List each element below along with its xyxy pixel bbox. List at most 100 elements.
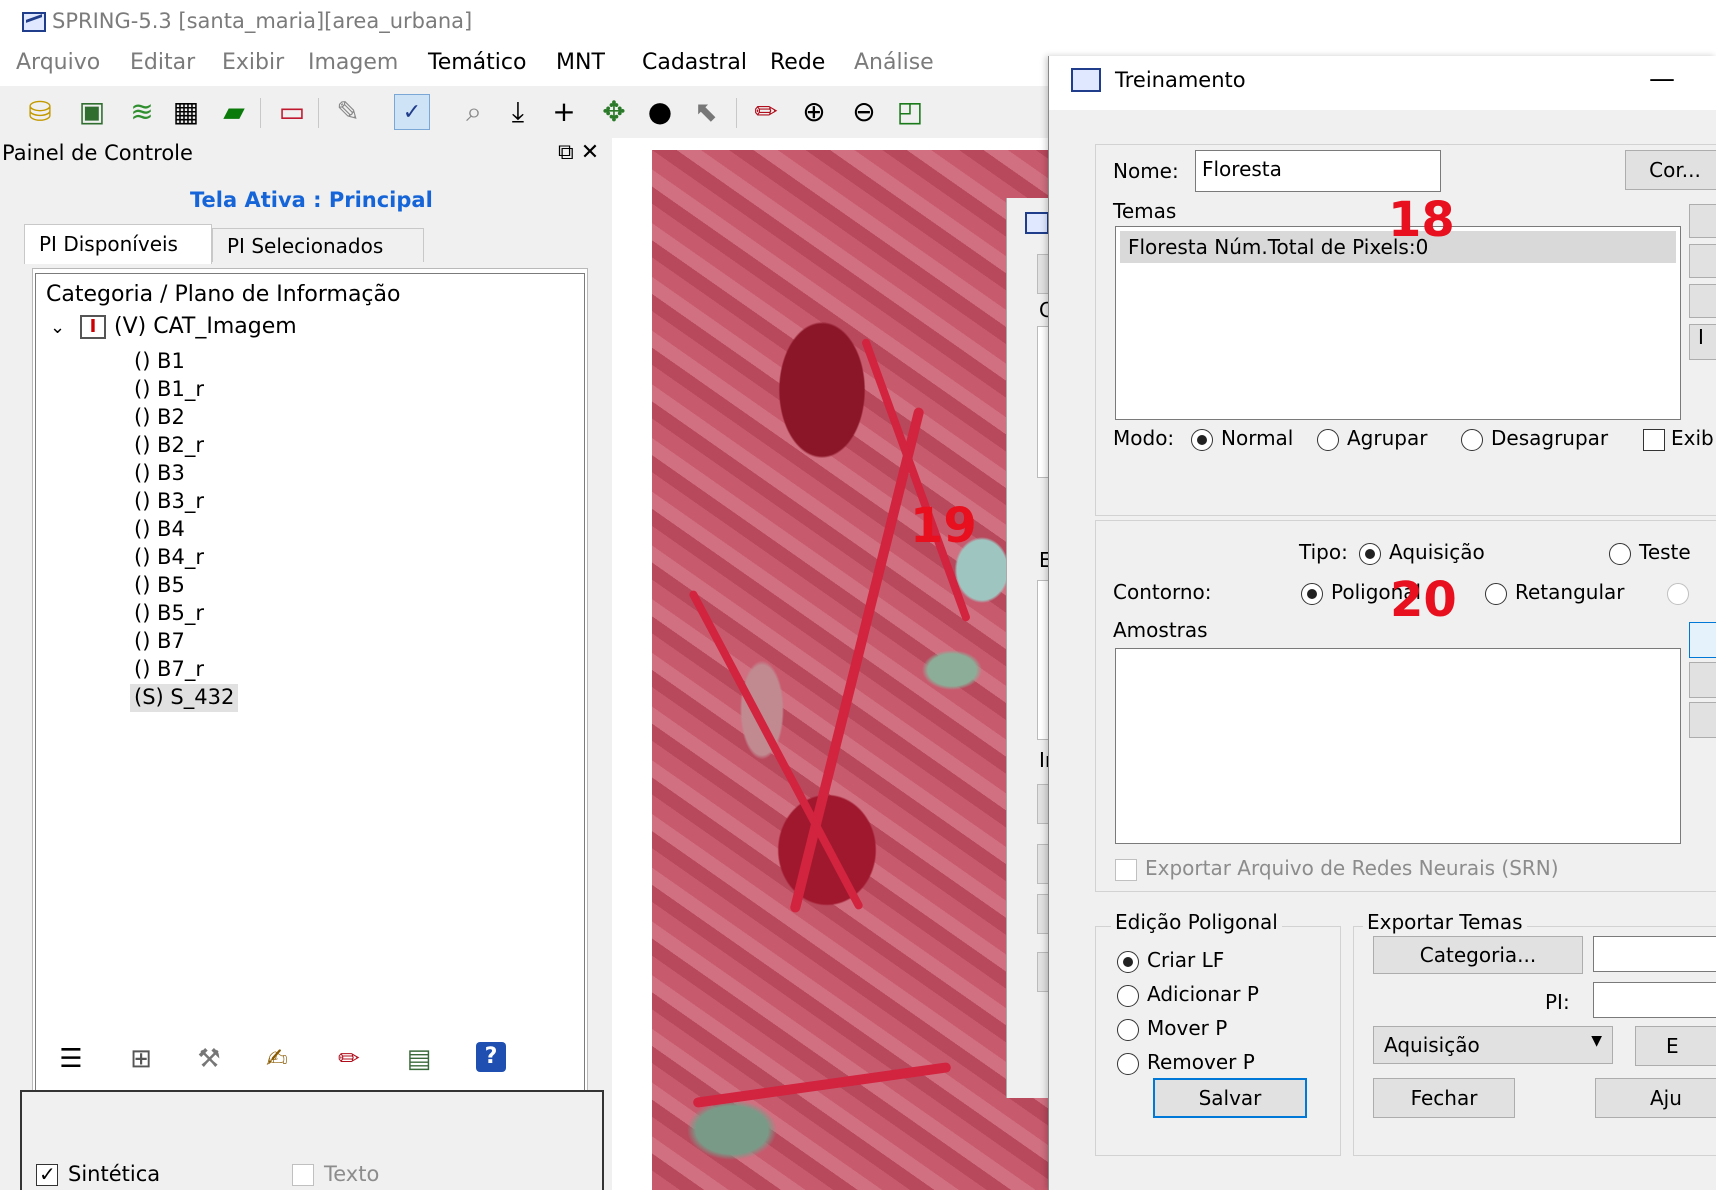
menu-editar[interactable]: Editar xyxy=(130,50,195,75)
zoom-out-icon[interactable]: ⊖ xyxy=(846,94,882,130)
table-icon[interactable]: ⊞ xyxy=(124,1042,158,1076)
grid-icon[interactable]: ▦ xyxy=(168,94,204,130)
image-layer-icon[interactable]: ▣ xyxy=(74,94,110,130)
tree-item-s-432[interactable]: (S) S_432 xyxy=(130,684,239,712)
parallelogram-icon[interactable]: ▰ xyxy=(216,94,252,130)
edit-icon[interactable]: ✍ xyxy=(260,1042,294,1076)
modo-agrupar-radio[interactable]: Agrupar xyxy=(1317,426,1427,451)
categoria-input[interactable] xyxy=(1593,936,1716,972)
menu-cadastral[interactable]: Cadastral xyxy=(642,50,747,75)
side-button[interactable] xyxy=(1689,702,1716,738)
image-display-area[interactable] xyxy=(612,138,1052,1190)
radio-selected-icon[interactable] xyxy=(1191,428,1213,451)
zoom-area-icon[interactable]: ◰ xyxy=(892,94,928,130)
nome-input[interactable]: Floresta xyxy=(1195,150,1441,192)
salvar-button[interactable]: Salvar xyxy=(1153,1078,1307,1118)
tab-pi-selecionados[interactable]: PI Selecionados xyxy=(212,228,424,262)
categoria-button[interactable]: Categoria... xyxy=(1373,936,1583,974)
export-button[interactable]: E xyxy=(1635,1026,1716,1066)
radio-unselected-icon[interactable] xyxy=(1667,582,1689,605)
menu-rede[interactable]: Rede xyxy=(770,50,825,75)
minimize-button[interactable]: — xyxy=(1649,64,1675,94)
tab-pi-disponiveis[interactable]: PI Disponíveis xyxy=(24,224,212,264)
remover-p-radio[interactable]: Remover P xyxy=(1117,1050,1255,1075)
checkbox-checked-icon[interactable] xyxy=(36,1162,58,1186)
export-type-select[interactable]: Aquisição ▼ xyxy=(1373,1026,1613,1064)
tree-item-b7-r[interactable]: () B7_r xyxy=(130,656,208,684)
tree-item-b7[interactable]: () B7 xyxy=(130,628,189,656)
radio-selected-icon[interactable] xyxy=(1359,542,1381,565)
tree-root-category[interactable]: ⌄ I (V) CAT_Imagem xyxy=(50,314,297,346)
tree-item-b1[interactable]: () B1 xyxy=(130,348,189,376)
database-icon[interactable]: ⛁ xyxy=(22,94,58,130)
rectangle-icon[interactable]: ▭ xyxy=(274,94,310,130)
criar-lf-radio[interactable]: Criar LF xyxy=(1117,948,1224,973)
side-button[interactable] xyxy=(1689,662,1716,698)
tree-item-b3-r[interactable]: () B3_r xyxy=(130,488,208,516)
contorno-other-radio[interactable] xyxy=(1667,580,1697,605)
radio-unselected-icon[interactable] xyxy=(1317,428,1339,451)
modo-desagrupar-radio[interactable]: Desagrupar xyxy=(1461,426,1608,451)
radio-unselected-icon[interactable] xyxy=(1117,1052,1139,1075)
menu-tematico[interactable]: Temático xyxy=(428,50,526,75)
pointer-icon[interactable]: ✎ xyxy=(330,94,366,130)
adicionar-p-radio[interactable]: Adicionar P xyxy=(1117,982,1259,1007)
temas-list[interactable]: Floresta Núm.Total de Pixels:0 xyxy=(1115,226,1681,420)
radio-unselected-icon[interactable] xyxy=(1117,1018,1139,1041)
menu-exibir[interactable]: Exibir xyxy=(222,50,284,75)
mover-p-radio[interactable]: Mover P xyxy=(1117,1016,1227,1041)
exportar-srn-checkbox[interactable]: Exportar Arquivo de Redes Neurais (SRN) xyxy=(1115,856,1559,881)
checkbox-unchecked-icon[interactable] xyxy=(1115,858,1137,881)
zoom-in-icon[interactable]: ⊕ xyxy=(796,94,832,130)
radio-unselected-icon[interactable] xyxy=(1485,582,1507,605)
radio-unselected-icon[interactable] xyxy=(1117,984,1139,1007)
stack-icon[interactable]: ≋ xyxy=(124,94,160,130)
classification-icon[interactable]: ✓ xyxy=(394,94,430,130)
checkbox-unchecked-icon[interactable] xyxy=(1643,428,1665,451)
tree-item-b2-r[interactable]: () B2_r xyxy=(130,432,208,460)
menu-imagem[interactable]: Imagem xyxy=(308,50,398,75)
sintetica-checkbox[interactable] xyxy=(36,1162,58,1186)
pi-input[interactable] xyxy=(1593,982,1716,1018)
radio-selected-icon[interactable] xyxy=(1301,582,1323,605)
tree-item-b5[interactable]: () B5 xyxy=(130,572,189,600)
amostras-list[interactable] xyxy=(1115,648,1681,844)
fechar-button[interactable]: Fechar xyxy=(1373,1078,1515,1118)
float-icon[interactable]: ⧉ xyxy=(558,140,574,165)
info-icon[interactable]: ● xyxy=(642,94,678,130)
drop-icon[interactable]: ⤓ xyxy=(500,94,536,130)
exibir-checkbox[interactable]: Exib xyxy=(1643,426,1714,451)
side-button[interactable] xyxy=(1689,622,1716,658)
radio-unselected-icon[interactable] xyxy=(1609,542,1631,565)
side-button[interactable]: I xyxy=(1689,324,1716,360)
side-button[interactable] xyxy=(1689,204,1716,238)
tree-item-b3[interactable]: () B3 xyxy=(130,460,189,488)
tree-item-b2[interactable]: () B2 xyxy=(130,404,189,432)
cursor-icon[interactable]: ⬉ xyxy=(688,94,724,130)
side-button[interactable] xyxy=(1689,284,1716,318)
contorno-retangular-radio[interactable]: Retangular xyxy=(1485,580,1624,605)
tree-item-b4-r[interactable]: () B4_r xyxy=(130,544,208,572)
chevron-down-icon[interactable]: ⌄ xyxy=(50,317,68,338)
tipo-aquisicao-radio[interactable]: Aquisição xyxy=(1359,540,1485,565)
checkbox-unchecked-icon[interactable] xyxy=(292,1164,314,1186)
tools-icon[interactable]: ⚒ xyxy=(192,1042,226,1076)
tree-item-b5-r[interactable]: () B5_r xyxy=(130,600,208,628)
close-icon[interactable]: ✕ xyxy=(581,140,599,165)
modo-normal-radio[interactable]: Normal xyxy=(1191,426,1293,451)
texto-checkbox[interactable] xyxy=(292,1164,314,1186)
pencil-icon[interactable]: ✏ xyxy=(332,1042,366,1076)
help-icon[interactable]: ? xyxy=(476,1042,506,1072)
pencil-icon[interactable]: ✏ xyxy=(748,94,784,130)
menu-arquivo[interactable]: Arquivo xyxy=(16,50,100,75)
tree-item-b1-r[interactable]: () B1_r xyxy=(130,376,208,404)
list-icon[interactable]: ☰ xyxy=(54,1042,88,1076)
side-button[interactable] xyxy=(1689,244,1716,278)
satellite-composite-image[interactable] xyxy=(652,150,1052,1190)
dropdown-arrow-icon[interactable]: ▼ xyxy=(1591,1033,1602,1049)
menu-analise[interactable]: Análise xyxy=(854,50,934,75)
zoom-pointer-icon[interactable]: ⌕ xyxy=(456,94,492,130)
cor-button[interactable]: Cor... xyxy=(1625,150,1716,190)
crosshair-icon[interactable]: + xyxy=(546,94,582,130)
legend-icon[interactable]: ▤ xyxy=(402,1042,436,1076)
